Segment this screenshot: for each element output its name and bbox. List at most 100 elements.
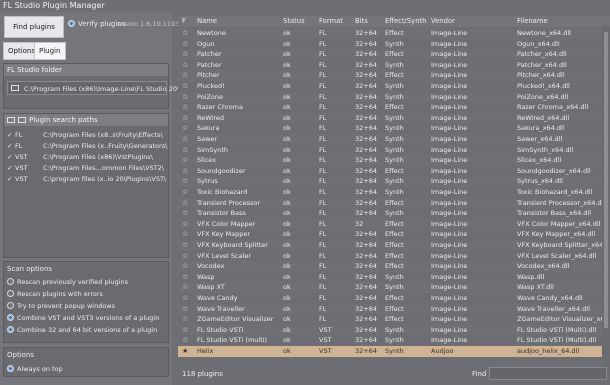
col-fav[interactable]: F: [182, 17, 186, 25]
scan-option-combine-bits[interactable]: Combine 32 and 64 bit versions of a plug…: [7, 326, 157, 334]
table-row[interactable]: ☆ FL Studio VSTi (multi) ok VST 32+64 Synth Im…: [178, 335, 602, 346]
table-row[interactable]: ☆ Toxic Biohazard ok FL 32+64 Synth Image-Line…: [178, 187, 602, 198]
col-status[interactable]: Status: [283, 17, 305, 25]
table-row[interactable]: ☆ Newtone ok FL 32+64 Effect Image-Line Newtone…: [178, 28, 602, 39]
search-path-row[interactable]: ✓ FL C:\Program Files (x..Fruity\Generator…: [7, 141, 167, 152]
cell-name: Patcher: [197, 60, 222, 69]
table-row[interactable]: ☆ Soundgoodizer ok FL 32+64 Effect Image-Line S…: [178, 166, 602, 177]
col-filename[interactable]: Filename: [517, 17, 548, 25]
favorite-star-icon[interactable]: ☆: [182, 134, 188, 145]
table-row[interactable]: ☆ VFX Color Mapper ok FL 32 Effect Image-Line V…: [178, 218, 602, 230]
favorite-star-icon[interactable]: ☆: [182, 176, 188, 187]
favorite-star-icon[interactable]: ☆: [182, 102, 188, 113]
favorite-star-icon[interactable]: ☆: [182, 92, 188, 103]
always-on-top-option[interactable]: Always on top: [7, 365, 63, 373]
tab-plugin[interactable]: Plugin: [34, 42, 66, 60]
favorite-star-icon[interactable]: ☆: [182, 240, 188, 251]
favorite-star-icon[interactable]: ☆: [182, 282, 188, 293]
folder-icon[interactable]: [18, 117, 26, 123]
search-path-row[interactable]: ✓ VST C:\Program Files (x86)\VstPlugins\: [7, 152, 153, 163]
verify-plugins-radio[interactable]: Verify plugins: [68, 20, 125, 28]
favorite-star-icon[interactable]: ☆: [182, 198, 188, 209]
cell-file: ReWired_x64.dll: [517, 113, 570, 122]
search-path-row[interactable]: ✓ FL C:\Program Files (x8..s\Fruity\Effect…: [7, 130, 163, 141]
table-row[interactable]: ☆ Wasp XT ok FL 32+64 Synth Image-Line Wasp XT.…: [178, 282, 602, 293]
scan-option-rescan-verified[interactable]: Rescan previously verified plugins: [7, 278, 128, 286]
table-row[interactable]: ☆ FL Studio VSTi ok VST 32+64 Synth Image-Line…: [178, 324, 602, 336]
favorite-star-icon[interactable]: ☆: [182, 155, 188, 166]
favorite-star-icon[interactable]: ☆: [182, 81, 188, 92]
favorite-star-icon[interactable]: ☆: [182, 251, 188, 262]
table-row[interactable]: ☆ VFX Key Mapper ok FL 32+64 Effect Image-Line…: [178, 229, 602, 240]
table-row[interactable]: ☆ VFX Level Scaler ok FL 32+64 Effect Image-Li…: [178, 251, 602, 262]
table-row[interactable]: ☆ Wasp ok FL 32+64 Synth Image-Line Wasp.dll: [178, 272, 602, 283]
table-row[interactable]: ☆ Pitcher ok FL 32+64 Effect Image-Line Pitcher…: [178, 70, 602, 81]
search-path-row[interactable]: ✓ VST C:\program files (x..io 20\Plugins\V…: [7, 174, 166, 185]
favorite-star-icon[interactable]: ☆: [182, 39, 188, 50]
table-row[interactable]: ☆ Transient Processor ok FL 32+64 Effect Image…: [178, 197, 602, 209]
favorite-star-icon[interactable]: ☆: [182, 49, 188, 60]
scrollbar-thumb[interactable]: [604, 32, 608, 328]
favorite-star-icon[interactable]: ☆: [182, 166, 188, 177]
favorite-star-icon[interactable]: ☆: [182, 60, 188, 71]
cell-vendor: Image-Line: [431, 29, 468, 37]
favorite-star-icon[interactable]: ★: [182, 346, 188, 357]
scan-option-combine-vst[interactable]: Combine VST and VST3 versions of a plugi…: [7, 314, 159, 322]
cell-vendor: Image-Line: [431, 124, 468, 133]
favorite-star-icon[interactable]: ☆: [182, 187, 188, 198]
favorite-star-icon[interactable]: ☆: [182, 208, 188, 219]
find-input[interactable]: [489, 367, 607, 380]
scan-option-rescan-errors[interactable]: Rescan plugins with errors: [7, 290, 103, 298]
favorite-star-icon[interactable]: ☆: [182, 219, 188, 230]
table-row[interactable]: ☆ Razer Chroma ok FL 32+64 Effect Image-Line Ra…: [178, 102, 602, 113]
table-row[interactable]: ☆ Vocodex ok FL 32+64 Effect Image-Line Vocodex…: [178, 261, 602, 272]
table-row[interactable]: ☆ Plucked! ok FL 32+64 Synth Image-Line Plucked…: [178, 81, 602, 92]
favorite-star-icon[interactable]: ☆: [182, 123, 188, 134]
favorite-star-icon[interactable]: ☆: [182, 314, 188, 325]
favorite-star-icon[interactable]: ☆: [182, 325, 188, 336]
cell-format: FL: [319, 241, 327, 249]
table-row[interactable]: ☆ Sakura ok FL 32+64 Synth Image-Line Sakura_x6…: [178, 123, 602, 134]
col-bits[interactable]: Bits: [355, 17, 368, 25]
table-row[interactable]: ☆ ZGameEditor Visualizer ok FL 32+64 Effect Im…: [178, 314, 602, 325]
table-row[interactable]: ☆ SimSynth ok FL 32+64 Synth Image-Line SimSynt…: [178, 145, 602, 156]
table-row[interactable]: ★ Helix ok VST 32+64 Synth Audjoo audjoo_helix_…: [178, 346, 602, 357]
table-row[interactable]: ☆ Wave Traveller ok FL 32+64 Effect Image-Line…: [178, 303, 602, 315]
favorite-star-icon[interactable]: ☆: [182, 28, 188, 39]
cell-bits: 32+64: [355, 29, 377, 37]
table-row[interactable]: ☆ Slicex ok FL 32+64 Synth Image-Line Slicex_x6…: [178, 155, 602, 166]
col-effect-synth[interactable]: Effect/Synth: [385, 17, 426, 25]
fl-folder-path-field[interactable]: C:\Program Files (x86)\Image-Line\FL Stu…: [7, 81, 179, 95]
cell-file: SimSynth_x64.dll: [517, 145, 574, 154]
table-row[interactable]: ☆ Transistor Bass ok FL 32+64 Synth Image-Line…: [178, 208, 602, 219]
table-row[interactable]: ☆ ReWired ok FL 32+64 Synth Image-Line ReWired_…: [178, 112, 602, 124]
favorite-star-icon[interactable]: ☆: [182, 272, 188, 283]
search-path-row[interactable]: ✓ VST C:\Program Files...ommon Files\VST2\: [7, 163, 164, 174]
scan-option-prevent-popups[interactable]: Try to prevent popup windows: [7, 302, 115, 310]
find-plugins-button[interactable]: Find plugins: [4, 16, 64, 38]
cell-name: Sytrus: [197, 177, 218, 186]
table-row[interactable]: ☆ Patcher ok FL 32+64 Synth Image-Line Patcher_…: [178, 60, 602, 71]
favorite-star-icon[interactable]: ☆: [182, 113, 188, 124]
add-folder-icon[interactable]: [7, 117, 15, 123]
favorite-star-icon[interactable]: ☆: [182, 145, 188, 156]
table-row[interactable]: ☆ Sawer ok FL 32+64 Synth Image-Line Sawer_x64.…: [178, 134, 602, 145]
cell-type: Synth: [385, 325, 404, 334]
favorite-star-icon[interactable]: ☆: [182, 335, 188, 346]
col-vendor[interactable]: Vendor: [431, 17, 455, 25]
table-row[interactable]: ☆ Wave Candy ok FL 32+64 Effect Image-Line Wave…: [178, 293, 602, 304]
table-row[interactable]: ☆ Ogun ok FL 32+64 Synth Image-Line Ogun_x64.dl…: [178, 39, 602, 50]
table-row[interactable]: ☆ PoiZone ok FL 32+64 Synth Image-Line PoiZone_…: [178, 91, 602, 103]
table-row[interactable]: ☆ VFX Keyboard Splitter ok FL 32+64 Effect Ima…: [178, 240, 602, 251]
table-row[interactable]: ☆ Sytrus ok FL 32+64 Synth Image-Line Sytrus_x6…: [178, 176, 602, 187]
favorite-star-icon[interactable]: ☆: [182, 304, 188, 315]
col-name[interactable]: Name: [197, 17, 217, 25]
col-format[interactable]: Format: [319, 17, 343, 25]
folder-icon[interactable]: [11, 85, 19, 91]
table-row[interactable]: ☆ Patcher ok FL 32+64 Effect Image-Line Patcher…: [178, 49, 602, 60]
favorite-star-icon[interactable]: ☆: [182, 293, 188, 304]
favorite-star-icon[interactable]: ☆: [182, 261, 188, 272]
vertical-scrollbar[interactable]: [602, 26, 610, 378]
favorite-star-icon[interactable]: ☆: [182, 229, 188, 240]
favorite-star-icon[interactable]: ☆: [182, 70, 188, 81]
